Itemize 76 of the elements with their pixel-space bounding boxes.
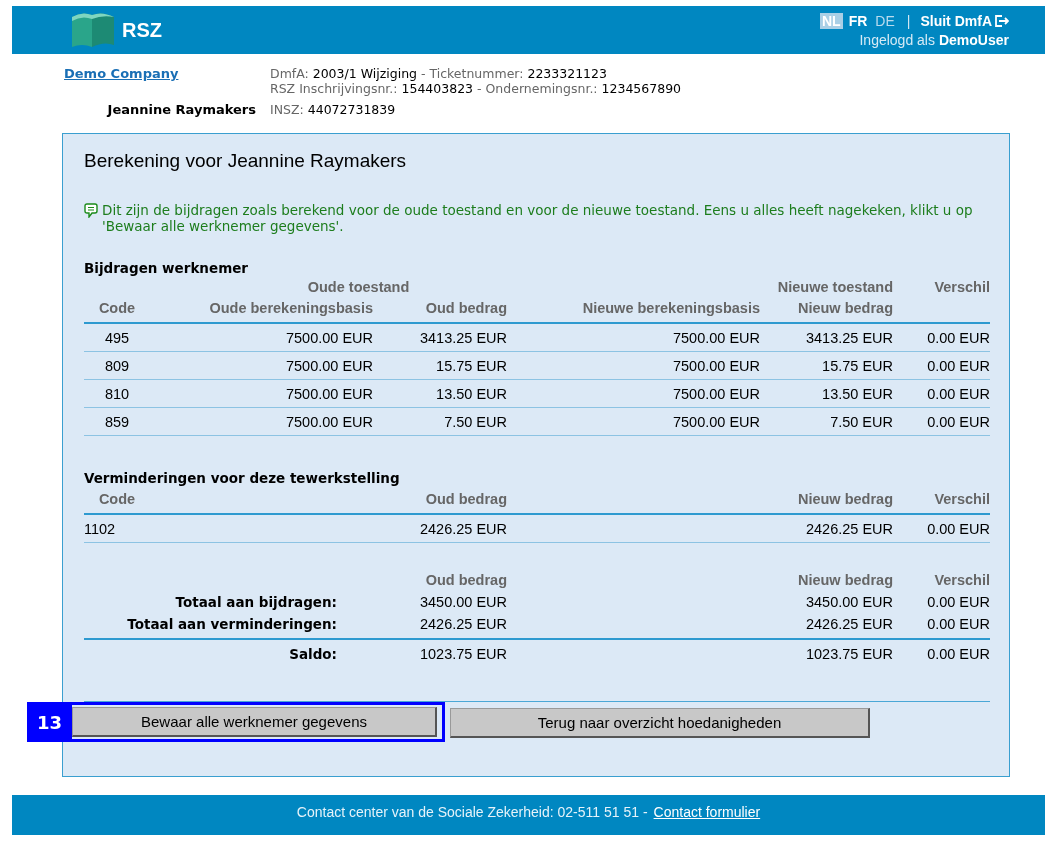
- table-cell: 7500.00 EUR: [507, 352, 760, 380]
- table-cell: 7.50 EUR: [760, 408, 893, 436]
- separator: |: [906, 12, 911, 29]
- column-group-header: Nieuwe toestand: [776, 278, 893, 295]
- column-header: Oude berekeningsbasis: [150, 295, 373, 324]
- table-cell: 13.50 EUR: [373, 380, 507, 408]
- total-label: Saldo:: [84, 638, 373, 665]
- table-cell: 3413.25 EUR: [373, 324, 507, 352]
- column-header: Verschil: [933, 571, 990, 590]
- total-label: Totaal aan bijdragen:: [174, 593, 338, 612]
- column-header: Nieuw bedrag: [507, 486, 893, 515]
- table-cell: 7500.00 EUR: [150, 352, 373, 380]
- table-cell-text: 3450.00 EUR: [804, 593, 893, 612]
- table-cell: 7500.00 EUR: [150, 324, 373, 352]
- column-header: Nieuwe berekeningsbasis: [507, 295, 760, 324]
- exit-icon: [995, 14, 1009, 27]
- info-line: RSZ Inschrijvingsnr.: 154403823 - Ondernemingsnr.: 1234567890: [270, 81, 683, 96]
- table-cell: 7.50 EUR: [373, 408, 507, 436]
- table-cell: 809: [84, 352, 150, 380]
- panel-title: Berekening voor Jeannine Raymakers: [84, 150, 408, 172]
- info-message: Dit zijn de bijdragen zoals berekend voor de oude toestand en voor de nieuwe toestand. Eens u alles heeft nagekeken, klikt u op 'Bewaar alle werknemer gegevens'.: [102, 202, 974, 234]
- table-cell: 1023.75 EUR: [373, 638, 507, 665]
- column-header: Verschil: [893, 486, 990, 515]
- table-cell: 0.00 EUR: [893, 352, 990, 380]
- column-header: Oud bedrag: [373, 295, 507, 324]
- table-cell: 0.00 EUR: [893, 408, 990, 436]
- table-cell: 0.00 EUR: [893, 380, 990, 408]
- table-cell: 1102: [84, 515, 150, 543]
- logout-link[interactable]: Sluit DmfA: [920, 12, 1009, 29]
- table-cell: 859: [84, 408, 150, 436]
- table-cell-text: 2426.25 EUR: [418, 615, 507, 634]
- table-cell: 7500.00 EUR: [150, 380, 373, 408]
- footer-text: Contact center van de Sociale Zekerheid: 02-511 51 51 -: [296, 804, 648, 820]
- info-line: INSZ: 44072731839: [270, 102, 397, 117]
- table-cell-text: 0.00 EUR: [926, 615, 990, 634]
- table-cell: 495: [84, 324, 150, 352]
- table-cell: 7500.00 EUR: [507, 380, 760, 408]
- table-cell: 7500.00 EUR: [507, 408, 760, 436]
- table-cell-text: 3450.00 EUR: [418, 593, 507, 612]
- contact-link[interactable]: Contact formulier: [653, 804, 761, 820]
- table-cell: 810: [84, 380, 150, 408]
- table-cell: 7500.00 EUR: [150, 408, 373, 436]
- section-title: Verminderingen voor deze tewerkstelling: [84, 470, 401, 486]
- column-header: Oud bedrag: [150, 486, 507, 515]
- column-header: Code: [84, 486, 150, 515]
- table-cell: 15.75 EUR: [373, 352, 507, 380]
- company-link[interactable]: Demo Company: [12, 66, 270, 96]
- table-cell-text: 2426.25 EUR: [804, 615, 893, 634]
- table-cell: 7500.00 EUR: [507, 324, 760, 352]
- section-title: Bijdragen werknemer: [84, 260, 250, 276]
- language-link[interactable]: FR: [846, 12, 870, 29]
- column-header: Nieuw bedrag: [796, 571, 893, 590]
- table-cell: 0.00 EUR: [893, 324, 990, 352]
- column-group-header: Oude toestand: [306, 278, 411, 295]
- table-cell: 15.75 EUR: [760, 352, 893, 380]
- table-cell: 2426.25 EUR: [507, 515, 893, 543]
- column-header: Code: [84, 295, 150, 324]
- table-cell: 3413.25 EUR: [760, 324, 893, 352]
- total-label: Totaal aan verminderingen:: [126, 615, 338, 634]
- logo-text: RSZ: [122, 18, 162, 42]
- back-button[interactable]: Terug naar overzicht hoedanigheden: [450, 708, 870, 738]
- table-cell: 0.00 EUR: [893, 638, 990, 665]
- annotation-badge: 13: [27, 702, 72, 742]
- info-line: DmfA: 2003/1 Wijziging - Ticketnummer: 2233321123: [270, 66, 608, 81]
- table-cell: 0.00 EUR: [893, 515, 990, 543]
- table-cell: 1023.75 EUR: [507, 638, 893, 665]
- table-cell: 2426.25 EUR: [150, 515, 507, 543]
- login-info: Ingelogd als DemoUser: [859, 31, 1009, 48]
- speech-bubble-icon: [84, 203, 98, 218]
- save-button[interactable]: Bewaar alle werknemer gegevens: [72, 707, 437, 737]
- column-header: Nieuw bedrag: [760, 295, 893, 324]
- table-cell-text: 0.00 EUR: [926, 593, 990, 612]
- column-header: Verschil: [933, 278, 990, 295]
- table-cell: 13.50 EUR: [760, 380, 893, 408]
- employee-name: Jeannine Raymakers: [105, 102, 257, 117]
- column-header: Oud bedrag: [424, 571, 507, 590]
